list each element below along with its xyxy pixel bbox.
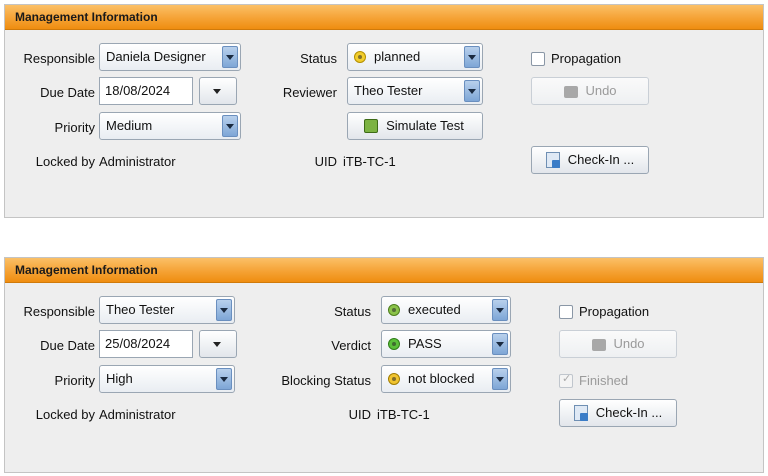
check-in-button[interactable]: Check-In ... xyxy=(531,146,649,174)
finished-label: Finished xyxy=(579,373,629,388)
date-picker-button[interactable] xyxy=(199,330,237,358)
locked-by-label: Locked by xyxy=(35,154,95,169)
chevron-down-icon[interactable] xyxy=(216,368,232,390)
chevron-down-icon[interactable] xyxy=(492,368,508,390)
status-combo[interactable]: planned xyxy=(347,43,483,71)
undo-icon xyxy=(564,86,578,98)
due-date-label: Due Date xyxy=(40,338,95,353)
verdict-label: Verdict xyxy=(331,338,371,353)
check-in-button[interactable]: Check-In ... xyxy=(559,399,677,427)
priority-combo[interactable]: Medium xyxy=(99,112,241,140)
chevron-down-icon[interactable] xyxy=(464,46,480,68)
planned-status-icon xyxy=(354,51,366,63)
verdict-combo[interactable]: PASS xyxy=(381,330,511,358)
propagation-label: Propagation xyxy=(551,51,622,66)
simulate-icon xyxy=(364,119,378,133)
responsible-value: Theo Tester xyxy=(106,302,175,317)
priority-label: Priority xyxy=(54,373,95,388)
simulate-test-label: Simulate Test xyxy=(386,118,464,133)
verdict-value: PASS xyxy=(408,336,442,351)
chevron-down-icon[interactable] xyxy=(492,333,508,355)
reviewer-combo[interactable]: Theo Tester xyxy=(347,77,483,105)
check-icon: ✓ xyxy=(562,373,572,385)
status-value: planned xyxy=(374,49,421,64)
panel-title: Management Information xyxy=(5,5,763,30)
status-value: executed xyxy=(408,302,461,317)
responsible-label: Responsible xyxy=(23,304,95,319)
management-panel-1: Management Information Responsible Danie… xyxy=(4,4,764,218)
locked-by-value: Administrator xyxy=(99,407,176,422)
locked-by-label: Locked by xyxy=(35,407,95,422)
chevron-down-icon[interactable] xyxy=(492,299,508,321)
check-in-icon xyxy=(546,152,560,168)
executed-status-icon xyxy=(388,304,400,316)
reviewer-value: Theo Tester xyxy=(354,83,423,98)
due-date-field[interactable]: 18/08/2024 xyxy=(99,77,193,105)
check-in-icon xyxy=(574,405,588,421)
date-picker-button[interactable] xyxy=(199,77,237,105)
locked-by-value: Administrator xyxy=(99,154,176,169)
undo-button[interactable]: Undo xyxy=(531,77,649,105)
status-combo[interactable]: executed xyxy=(381,296,511,324)
simulate-test-button[interactable]: Simulate Test xyxy=(347,112,483,140)
chevron-down-icon[interactable] xyxy=(216,299,232,321)
uid-value: iTB-TC-1 xyxy=(343,154,396,169)
responsible-label: Responsible xyxy=(23,51,95,66)
priority-value: Medium xyxy=(106,118,153,133)
uid-value: iTB-TC-1 xyxy=(377,407,430,422)
uid-label: UID xyxy=(348,407,371,422)
priority-label: Priority xyxy=(54,120,95,135)
responsible-value: Daniela Designer xyxy=(106,49,206,64)
propagation-label: Propagation xyxy=(579,304,650,319)
priority-combo[interactable]: High xyxy=(99,365,235,393)
chevron-down-icon[interactable] xyxy=(464,80,480,102)
blocking-status-label: Blocking Status xyxy=(281,373,371,388)
chevron-down-icon[interactable] xyxy=(222,115,238,137)
due-date-label: Due Date xyxy=(40,85,95,100)
uid-label: UID xyxy=(314,154,337,169)
propagation-checkbox[interactable] xyxy=(559,305,573,319)
responsible-combo[interactable]: Theo Tester xyxy=(99,296,235,324)
undo-icon xyxy=(592,339,606,351)
panel-title: Management Information xyxy=(5,258,763,283)
undo-button[interactable]: Undo xyxy=(559,330,677,358)
finished-checkbox[interactable]: ✓ xyxy=(559,373,573,388)
chevron-down-icon[interactable] xyxy=(222,46,238,68)
not-blocked-icon xyxy=(388,373,400,385)
priority-value: High xyxy=(106,371,133,386)
reviewer-label: Reviewer xyxy=(282,85,337,100)
blocking-status-value: not blocked xyxy=(408,371,475,386)
status-label: Status xyxy=(334,304,371,319)
management-panel-2: Management Information Responsible Theo … xyxy=(4,257,764,473)
pass-verdict-icon xyxy=(388,338,400,350)
due-date-field[interactable]: 25/08/2024 xyxy=(99,330,193,358)
responsible-combo[interactable]: Daniela Designer xyxy=(99,43,241,71)
status-label: Status xyxy=(300,51,337,66)
propagation-checkbox[interactable] xyxy=(531,52,545,66)
blocking-status-combo[interactable]: not blocked xyxy=(381,365,511,393)
